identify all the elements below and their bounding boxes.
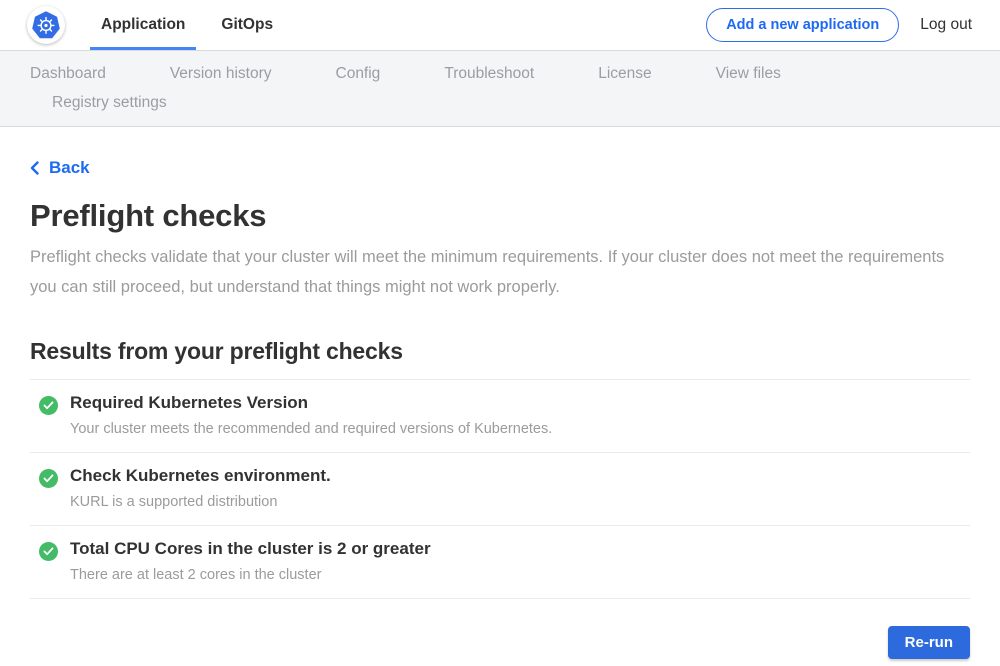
check-description: There are at least 2 cores in the cluste… — [70, 567, 970, 583]
check-pass-icon — [39, 396, 58, 415]
tab-application-label: Application — [101, 16, 185, 34]
subnav-item-troubleshoot[interactable]: Troubleshoot — [444, 65, 534, 83]
check-description: KURL is a supported distribution — [70, 494, 970, 510]
chevron-left-icon — [30, 161, 39, 175]
subnav-item-license[interactable]: License — [598, 65, 651, 83]
back-link[interactable]: Back — [30, 158, 90, 178]
check-title: Check Kubernetes environment. — [70, 466, 970, 486]
tab-application[interactable]: Application — [90, 0, 196, 50]
preflight-results-list: Required Kubernetes Version Your cluster… — [30, 379, 970, 599]
tab-gitops[interactable]: GitOps — [210, 0, 284, 50]
subnav-row-2: Registry settings — [30, 88, 970, 117]
subnav-item-config[interactable]: Config — [336, 65, 381, 83]
results-heading: Results from your preflight checks — [30, 338, 970, 365]
primary-nav: Application GitOps — [90, 0, 298, 50]
add-application-button[interactable]: Add a new application — [706, 8, 899, 42]
check-title: Total CPU Cores in the cluster is 2 or g… — [70, 539, 970, 559]
subnav-item-version-history[interactable]: Version history — [170, 65, 272, 83]
navbar-right: Add a new application Log out — [706, 8, 972, 42]
page-description: Preflight checks validate that your clus… — [30, 242, 948, 302]
app-subnav: Dashboard Version history Config Trouble… — [0, 51, 1000, 127]
page-title: Preflight checks — [30, 197, 970, 234]
subnav-item-dashboard[interactable]: Dashboard — [30, 65, 106, 83]
check-description: Your cluster meets the recommended and r… — [70, 421, 970, 437]
rerun-button[interactable]: Re-run — [888, 626, 970, 659]
kubernetes-logo[interactable] — [27, 6, 65, 44]
page-footer: Re-run — [30, 599, 970, 659]
check-title: Required Kubernetes Version — [70, 393, 970, 413]
check-pass-icon — [39, 542, 58, 561]
check-item-kubernetes-environment: Check Kubernetes environment. KURL is a … — [30, 453, 970, 526]
back-label: Back — [49, 158, 90, 178]
kubernetes-helm-icon — [29, 8, 63, 42]
tab-gitops-label: GitOps — [221, 16, 273, 34]
check-item-cpu-cores: Total CPU Cores in the cluster is 2 or g… — [30, 526, 970, 599]
subnav-item-registry-settings[interactable]: Registry settings — [52, 94, 167, 112]
preflight-page: Back Preflight checks Preflight checks v… — [0, 127, 1000, 659]
check-pass-icon — [39, 469, 58, 488]
subnav-item-view-files[interactable]: View files — [716, 65, 781, 83]
logout-link[interactable]: Log out — [920, 16, 972, 34]
top-navbar: Application GitOps Add a new application… — [0, 0, 1000, 51]
subnav-row-1: Dashboard Version history Config Trouble… — [30, 59, 970, 88]
check-item-kubernetes-version: Required Kubernetes Version Your cluster… — [30, 380, 970, 453]
